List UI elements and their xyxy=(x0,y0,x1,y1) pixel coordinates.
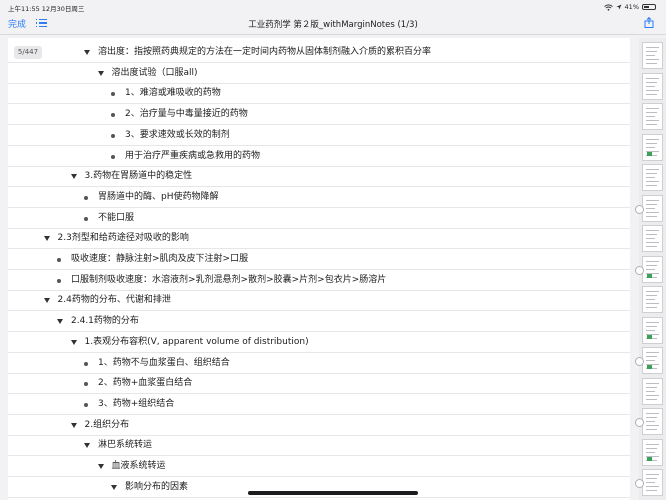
outline-row[interactable]: 血液系统转运 xyxy=(8,456,630,477)
page-thumbnail[interactable] xyxy=(642,164,663,191)
battery-fill xyxy=(644,6,649,8)
annotation-marker-icon[interactable] xyxy=(635,204,644,214)
battery-icon xyxy=(642,4,656,10)
page-thumbnail[interactable] xyxy=(635,255,663,283)
outline-text: 溶出度试验（口服all) xyxy=(111,67,198,78)
disclosure-triangle-icon[interactable] xyxy=(97,464,104,469)
page-thumbnail[interactable] xyxy=(642,103,663,130)
location-icon xyxy=(616,4,622,10)
page-thumbnail[interactable] xyxy=(642,438,663,466)
disclosure-triangle-icon[interactable] xyxy=(84,443,90,449)
outline-row[interactable]: 2.4药物的分布、代谢和排泄 xyxy=(8,290,630,312)
outline-row[interactable]: 2.4.1药物的分布 xyxy=(8,311,630,333)
outline-text: 1、药物不与血浆蛋白、组织结合 xyxy=(98,357,230,368)
disclosure-triangle-icon[interactable] xyxy=(70,174,77,180)
outline-row[interactable]: 用于治疗严重疾病或急救用的药物 xyxy=(8,146,630,167)
outline-text: 2.4.1药物的分布 xyxy=(71,316,139,327)
outline-row[interactable]: 1.表观分布容积(V, apparent volume of distribut… xyxy=(8,332,630,353)
disclosure-triangle-icon[interactable] xyxy=(70,339,77,345)
page-thumbnail[interactable] xyxy=(642,225,663,252)
outline-text: 用于治疗严重疾病或急救用的药物 xyxy=(125,150,261,161)
annotation-marker-icon[interactable] xyxy=(635,479,644,488)
outline-text: 3、要求速效或长效的制剂 xyxy=(125,129,230,140)
outline-row[interactable]: 溶出度：指按照药典规定的方法在一定时间内药物从固体制剂融入介质的累积百分率 xyxy=(8,42,630,63)
outline-text: 吸收速度：静脉注射>肌肉及皮下注射>口服 xyxy=(71,254,249,264)
outline-text: 口服制剂吸收速度：水溶液剂>乳剂混悬剂>散剂>胶囊>片剂>包衣片>肠溶片 xyxy=(71,274,387,285)
bullet-icon xyxy=(111,133,115,138)
disclosure-triangle-icon[interactable] xyxy=(84,50,90,55)
battery-percent: 41% xyxy=(624,3,639,11)
share-icon[interactable] xyxy=(644,17,654,28)
outline-text: 3、药物+组织结合 xyxy=(98,398,175,409)
page-thumbnail[interactable] xyxy=(642,133,663,161)
page-thumbnail[interactable] xyxy=(642,286,663,313)
page-thumbnail[interactable] xyxy=(635,408,663,435)
outline-row[interactable]: 3.药物在胃肠道中的稳定性 xyxy=(8,166,630,188)
outline-row[interactable]: 3、要求速效或长效的制剂 xyxy=(8,125,630,146)
home-indicator xyxy=(248,491,418,495)
outline-row[interactable]: 1、难溶或难吸收的药物 xyxy=(8,83,630,105)
bullet-icon xyxy=(84,402,88,407)
bullet-icon xyxy=(111,92,115,97)
bullet-icon xyxy=(111,113,115,118)
bullet-icon xyxy=(84,216,88,221)
outline-text: 溶出度：指按照药典规定的方法在一定时间内药物从固体制剂融入介质的累积百分率 xyxy=(98,47,432,57)
disclosure-triangle-icon[interactable] xyxy=(97,70,104,76)
outline-text: 3.药物在胃肠道中的稳定性 xyxy=(84,171,193,182)
disclosure-triangle-icon[interactable] xyxy=(111,484,117,490)
outline-row[interactable]: 吸收速度：静脉注射>肌肉及皮下注射>口服 xyxy=(8,249,630,270)
thumbnail-strip[interactable] xyxy=(635,38,666,500)
status-bar: 上午11:55 12月30日周三 41% xyxy=(0,0,666,13)
outline-text: 2.4药物的分布、代谢和排泄 xyxy=(57,295,171,306)
outline-text: 不能口服 xyxy=(98,212,135,223)
outline-text: 2、治疗量与中毒量接近的药物 xyxy=(125,109,248,120)
wifi-icon xyxy=(603,3,613,11)
outline-row[interactable]: 2.3剂型和给药途径对吸收的影响 xyxy=(8,228,630,250)
outline-row[interactable]: 溶出度试验（口服all) xyxy=(8,63,630,84)
disclosure-triangle-icon[interactable] xyxy=(43,298,50,304)
status-right: 41% xyxy=(603,3,656,11)
outline-row[interactable]: 胃肠道中的酶、pH使药物降解 xyxy=(8,187,630,208)
outline-row[interactable]: 2.组织分布 xyxy=(8,415,630,436)
annotation-marker-icon[interactable] xyxy=(635,357,644,366)
outline-text: 1、难溶或难吸收的药物 xyxy=(125,88,221,99)
outline-text: 胃肠道中的酶、pH使药物降解 xyxy=(98,191,219,202)
document-title: 工业药剂学 第２版_withMarginNotes (1/3) xyxy=(248,20,418,30)
outline-text: 影响分布的因素 xyxy=(125,481,189,492)
outline-text: 2、药物+血浆蛋白结合 xyxy=(98,378,193,389)
page-thumbnail[interactable] xyxy=(642,316,663,344)
page-thumbnail[interactable] xyxy=(642,377,663,405)
annotation-marker-icon[interactable] xyxy=(635,418,644,427)
outline-row[interactable]: 2、治疗量与中毒量接近的药物 xyxy=(8,104,630,126)
page-thumbnail[interactable] xyxy=(635,347,663,374)
disclosure-triangle-icon[interactable] xyxy=(70,422,77,428)
outline-sheet: 5/447 溶出度：指按照药典规定的方法在一定时间内药物从固体制剂融入介质的累积… xyxy=(8,38,630,500)
outline-row[interactable]: 不能口服 xyxy=(8,208,630,229)
bullet-icon xyxy=(84,382,88,387)
outline-row[interactable]: 1、药物不与血浆蛋白、组织结合 xyxy=(8,353,630,374)
outline-text: 淋巴系统转运 xyxy=(98,440,153,451)
page-thumbnail[interactable] xyxy=(642,42,663,69)
bullet-icon xyxy=(84,195,88,200)
outline-row[interactable]: 2、药物+血浆蛋白结合 xyxy=(8,373,630,395)
outline-text: 血液系统转运 xyxy=(111,461,166,471)
outline-row[interactable]: 口服制剂吸收速度：水溶液剂>乳剂混悬剂>散剂>胶囊>片剂>包衣片>肠溶片 xyxy=(8,270,630,291)
page-thumbnail[interactable] xyxy=(635,194,663,222)
outline-row[interactable]: 3、药物+组织结合 xyxy=(8,394,630,415)
bullet-icon xyxy=(111,154,115,159)
nav-bar: 完成 工业药剂学 第２版_withMarginNotes (1/3) xyxy=(0,12,666,35)
annotation-marker-icon[interactable] xyxy=(635,265,644,275)
outline-row[interactable]: 淋巴系统转运 xyxy=(8,435,630,457)
disclosure-triangle-icon[interactable] xyxy=(43,236,50,242)
bullet-icon xyxy=(57,258,61,262)
bullet-icon xyxy=(84,361,88,366)
page-thumbnail[interactable] xyxy=(635,469,663,496)
outline-text: 2.3剂型和给药途径对吸收的影响 xyxy=(57,233,189,244)
bullet-icon xyxy=(57,278,61,283)
outline-text: 2.组织分布 xyxy=(84,419,130,430)
outline-text: 1.表观分布容积(V, apparent volume of distribut… xyxy=(84,336,309,347)
disclosure-triangle-icon[interactable] xyxy=(57,319,63,325)
page-thumbnail[interactable] xyxy=(642,72,663,100)
